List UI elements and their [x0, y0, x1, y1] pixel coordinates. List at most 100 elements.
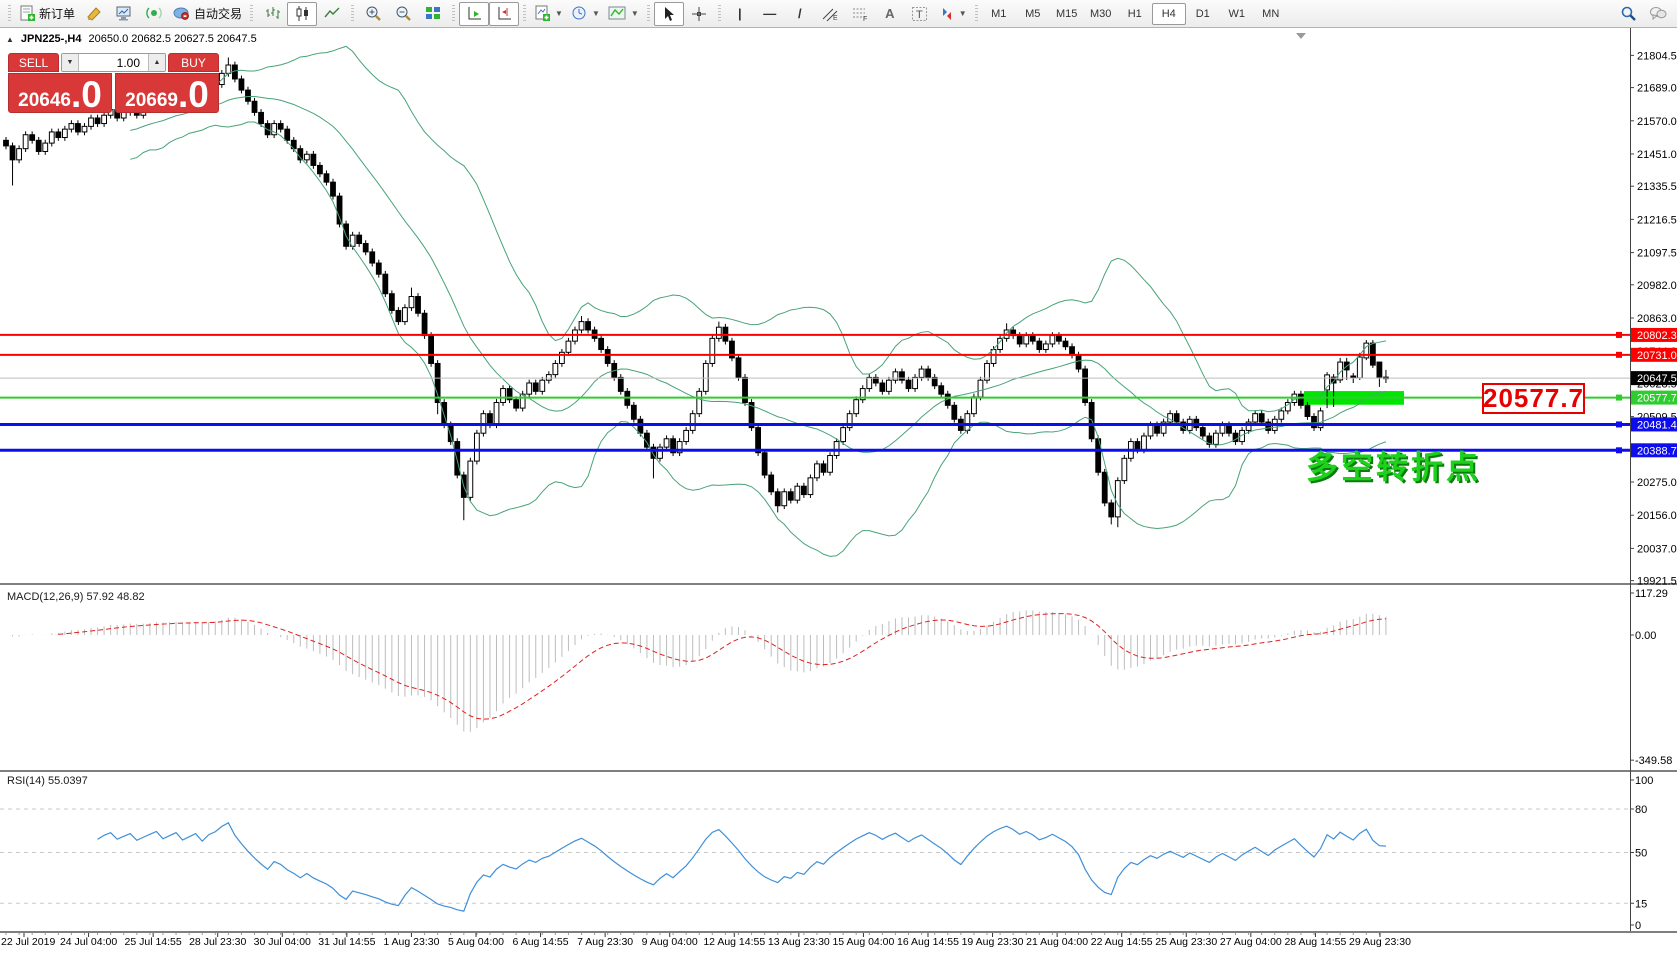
channel-icon: E — [821, 6, 839, 22]
crosshair-button[interactable] — [684, 2, 714, 26]
volume-stepper: ▼ 1.00 ▲ — [61, 53, 166, 72]
svg-text:21451.0: 21451.0 — [1637, 149, 1677, 161]
text-tool-icon: A — [885, 6, 894, 21]
tile-windows-button[interactable] — [418, 2, 448, 26]
line-chart-button[interactable] — [317, 2, 347, 26]
svg-text:24 Jul 04:00: 24 Jul 04:00 — [60, 936, 117, 948]
svg-text:100: 100 — [1635, 775, 1653, 787]
chevron-down-icon: ▼ — [631, 9, 639, 18]
timeframe-button-m1[interactable]: M1 — [982, 3, 1016, 25]
cursor-button[interactable] — [654, 2, 684, 26]
chart-shift-button[interactable] — [489, 2, 519, 26]
toolbar-grip — [8, 5, 11, 23]
candlestick-icon — [294, 5, 311, 22]
svg-text:21 Aug 04:00: 21 Aug 04:00 — [1026, 936, 1088, 948]
buy-price-box[interactable]: 20669 .0 — [115, 73, 219, 113]
timeframe-button-w1[interactable]: W1 — [1220, 3, 1254, 25]
chevron-down-icon: ▼ — [592, 9, 600, 18]
svg-text:28 Aug 14:55: 28 Aug 14:55 — [1284, 936, 1346, 948]
candlestick-button[interactable] — [287, 2, 317, 26]
metaeditor-icon — [116, 5, 133, 22]
autotrading-button[interactable]: 自动交易 — [169, 2, 246, 26]
line-anchor-marker — [1616, 352, 1622, 358]
buy-button[interactable]: BUY — [168, 53, 219, 72]
timeframe-button-d1[interactable]: D1 — [1186, 3, 1220, 25]
timeframe-button-h1[interactable]: H1 — [1118, 3, 1152, 25]
svg-text:117.29: 117.29 — [1635, 588, 1668, 600]
svg-text:19 Aug 23:30: 19 Aug 23:30 — [962, 936, 1024, 948]
macd-pane[interactable] — [13, 610, 1386, 731]
arrows-tool-button[interactable]: ▼ — [935, 2, 971, 26]
zoom-out-button[interactable] — [388, 2, 418, 26]
timeframe-button-m30[interactable]: M30 — [1084, 3, 1118, 25]
main-toolbar: 新订单 自动交易 ▼ ▼ — [0, 0, 1677, 28]
rsi-pane[interactable] — [0, 809, 1630, 911]
chart-canvas[interactable]: 21804.521689.021570.021451.021335.521216… — [0, 28, 1677, 953]
toolbar-grip — [718, 5, 721, 23]
arrows-tool-icon — [939, 6, 955, 22]
svg-text:16 Aug 14:55: 16 Aug 14:55 — [897, 936, 959, 948]
search-icon — [1620, 5, 1637, 22]
svg-text:21804.5: 21804.5 — [1637, 50, 1677, 62]
mt4-terminal: { "toolbar": { "new_order": "新订单", "auto… — [0, 0, 1677, 953]
text-tool-button[interactable]: A — [875, 2, 905, 26]
svg-text:20388.7: 20388.7 — [1637, 445, 1677, 457]
chart-shift-marker[interactable] — [1296, 33, 1306, 39]
svg-text:20647.5: 20647.5 — [1637, 373, 1677, 385]
toolbar-grip — [351, 5, 354, 23]
horizontal-line-button[interactable]: — — [755, 2, 785, 26]
styler-button[interactable] — [79, 2, 109, 26]
indicators-button[interactable]: ▼ — [604, 2, 643, 26]
zoom-in-button[interactable] — [358, 2, 388, 26]
svg-text:21216.5: 21216.5 — [1637, 214, 1677, 226]
timeframe-button-m15[interactable]: M15 — [1050, 3, 1084, 25]
svg-text:E: E — [833, 15, 838, 22]
svg-text:15 Aug 04:00: 15 Aug 04:00 — [832, 936, 894, 948]
timeframe-button-h4[interactable]: H4 — [1152, 3, 1186, 25]
sell-price-box[interactable]: 20646 .0 — [8, 73, 112, 113]
line-chart-icon — [324, 5, 341, 22]
svg-text:T: T — [916, 9, 923, 21]
candles-layer — [4, 57, 1389, 527]
svg-text:21570.0: 21570.0 — [1637, 116, 1677, 128]
pane-separator[interactable] — [0, 583, 1677, 585]
volume-increase-button[interactable]: ▲ — [148, 54, 165, 71]
fibonacci-button[interactable]: F — [845, 2, 875, 26]
svg-text:28 Jul 23:30: 28 Jul 23:30 — [189, 936, 246, 948]
collapse-panel-icon[interactable]: ▲ — [6, 35, 14, 44]
search-button[interactable] — [1613, 2, 1643, 26]
sell-button[interactable]: SELL — [8, 53, 59, 72]
volume-input[interactable]: 1.00 — [79, 54, 148, 71]
profiles-button[interactable]: ▼ — [567, 2, 604, 26]
text-label-button[interactable]: T — [905, 2, 935, 26]
new-order-button[interactable]: 新订单 — [15, 2, 79, 26]
macd-signal-line — [58, 614, 1386, 720]
vertical-line-button[interactable]: | — [725, 2, 755, 26]
bar-chart-button[interactable] — [257, 2, 287, 26]
time-axis[interactable]: 22 Jul 201924 Jul 04:0025 Jul 14:5528 Ju… — [1, 933, 1411, 948]
pane-separator[interactable] — [0, 770, 1677, 772]
new-chart-button[interactable]: ▼ — [530, 2, 567, 26]
svg-text:20577.7: 20577.7 — [1637, 393, 1677, 405]
chart-window: 21804.521689.021570.021451.021335.521216… — [0, 28, 1677, 953]
metaeditor-button[interactable] — [109, 2, 139, 26]
volume-decrease-button[interactable]: ▼ — [62, 54, 79, 71]
price-callout-label[interactable]: 20577.7 — [1482, 383, 1585, 414]
chat-button[interactable] — [1643, 2, 1673, 26]
svg-text:29 Aug 23:30: 29 Aug 23:30 — [1349, 936, 1411, 948]
svg-text:7 Aug 23:30: 7 Aug 23:30 — [577, 936, 633, 948]
svg-text:80: 80 — [1635, 804, 1647, 816]
rsi-indicator-label: RSI(14) 55.0397 — [7, 775, 88, 787]
timeframe-button-mn[interactable]: MN — [1254, 3, 1288, 25]
signal-button[interactable] — [139, 2, 169, 26]
channel-button[interactable]: E — [815, 2, 845, 26]
chart-title-bar: ▲ JPN225-,H4 20650.0 20682.5 20627.5 206… — [6, 33, 257, 45]
autotrading-label: 自动交易 — [194, 5, 242, 22]
timeframe-button-m5[interactable]: M5 — [1016, 3, 1050, 25]
trendline-button[interactable]: / — [785, 2, 815, 26]
toolbar-grip — [250, 5, 253, 23]
tile-windows-icon — [425, 5, 442, 22]
chart-annotation-text[interactable]: 多空转折点 — [1306, 442, 1481, 488]
auto-scroll-button[interactable] — [459, 2, 489, 26]
svg-text:20037.0: 20037.0 — [1637, 543, 1677, 555]
